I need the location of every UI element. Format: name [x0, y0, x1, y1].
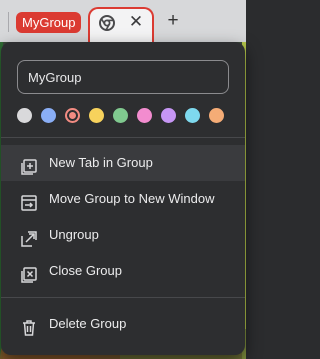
menu-separator [1, 297, 245, 298]
close-group-item[interactable]: Close Group [1, 253, 245, 289]
tab-divider [8, 12, 9, 32]
color-swatch-pink[interactable] [137, 108, 152, 123]
menu-item-label: Move Group to New Window [49, 191, 215, 206]
chrome-icon [99, 15, 115, 36]
color-swatch-yellow[interactable] [89, 108, 104, 123]
close-tab-icon[interactable]: ✕ [127, 13, 145, 31]
color-swatch-cyan[interactable] [185, 108, 200, 123]
active-tab[interactable]: ✕ [88, 7, 154, 43]
menu-item-label: Close Group [49, 263, 122, 278]
color-swatch-grey[interactable] [17, 108, 32, 123]
ungroup-icon [20, 226, 38, 247]
color-swatch-red[interactable] [65, 108, 80, 123]
color-swatch-green[interactable] [113, 108, 128, 123]
tab-group-chip[interactable]: MyGroup [16, 12, 82, 33]
menu-item-label: Delete Group [49, 316, 127, 331]
color-swatch-orange[interactable] [209, 108, 224, 123]
new-tab-in-group-item[interactable]: New Tab in Group [1, 145, 245, 181]
new-tab-button[interactable]: + [163, 11, 183, 31]
menu-item-label: New Tab in Group [49, 155, 153, 170]
color-swatch-purple[interactable] [161, 108, 176, 123]
group-name-input[interactable] [17, 60, 229, 94]
ungroup-item[interactable]: Ungroup [1, 217, 245, 253]
close-group-icon [20, 262, 38, 283]
move-group-to-new-window-item[interactable]: Move Group to New Window [1, 181, 245, 217]
tab-strip: MyGroup ✕ + [0, 0, 246, 43]
move-to-window-icon [20, 190, 38, 211]
delete-group-item[interactable]: Delete Group [1, 306, 245, 342]
menu-item-label: Ungroup [49, 227, 99, 242]
trash-icon [20, 315, 38, 336]
menu-separator [1, 137, 245, 138]
color-swatch-blue[interactable] [41, 108, 56, 123]
new-tab-in-group-icon [20, 154, 38, 175]
tab-group-context-menu: New Tab in Group Move Group to New Windo… [1, 42, 245, 355]
